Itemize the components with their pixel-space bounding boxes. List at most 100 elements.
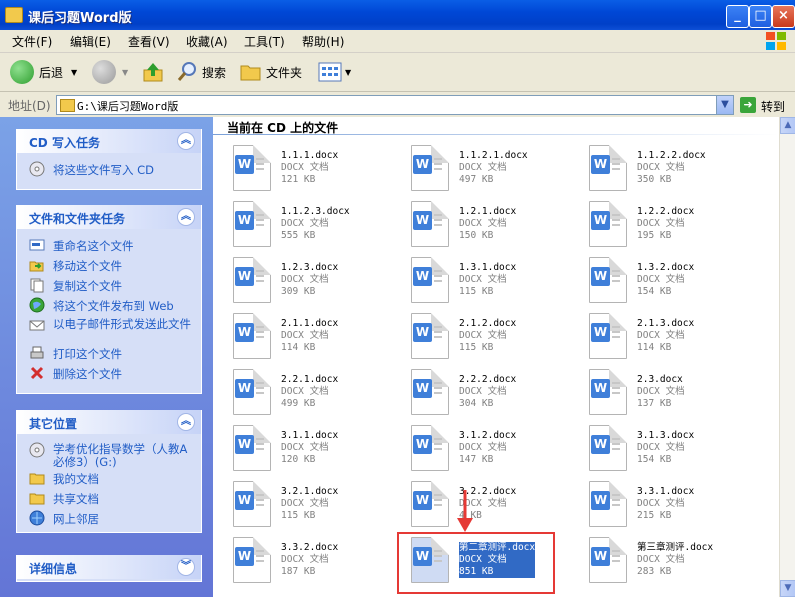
file-item[interactable]: W 2.3.docx DOCX 文档 137 KB bbox=[569, 363, 739, 415]
file-item[interactable]: W 1.1.2.1.docx DOCX 文档 497 KB bbox=[391, 139, 561, 191]
go-arrow-icon[interactable]: ➜ bbox=[740, 97, 756, 113]
file-size: 309 KB bbox=[281, 286, 316, 297]
move-file-link[interactable]: 移动这个文件 bbox=[17, 255, 201, 275]
file-item[interactable]: W 2.1.2.docx DOCX 文档 115 KB bbox=[391, 307, 561, 359]
file-item[interactable]: W 2.1.3.docx DOCX 文档 114 KB bbox=[569, 307, 739, 359]
file-item[interactable]: W 第三章测评.docx DOCX 文档 283 KB bbox=[569, 531, 739, 583]
collapse-icon[interactable]: ︽ bbox=[177, 132, 195, 150]
folders-button[interactable]: 文件夹 bbox=[240, 61, 302, 83]
delete-file-link[interactable]: 删除这个文件 bbox=[17, 363, 201, 383]
word-document-icon: W bbox=[411, 481, 449, 527]
cd-tasks-header[interactable]: CD 写入任务 ︽ bbox=[17, 129, 201, 153]
file-item[interactable]: W 1.2.2.docx DOCX 文档 195 KB bbox=[569, 195, 739, 247]
file-name: 2.2.2.docx bbox=[459, 374, 517, 385]
write-to-cd-link[interactable]: 将这些文件写入 CD bbox=[17, 159, 201, 179]
address-input[interactable]: G:\课后习题Word版 ▼ bbox=[56, 95, 734, 115]
scroll-down-button[interactable]: ▼ bbox=[780, 580, 795, 597]
file-name: 2.1.2.docx bbox=[459, 318, 517, 329]
window-title: 课后习题Word版 bbox=[28, 11, 132, 26]
file-item[interactable]: W 3.1.3.docx DOCX 文档 154 KB bbox=[569, 419, 739, 471]
file-item[interactable]: W 3.1.1.docx DOCX 文档 120 KB bbox=[213, 419, 383, 471]
email-file-link[interactable]: 以电子邮件形式发送此文件 bbox=[17, 315, 201, 343]
file-name: 1.3.2.docx bbox=[637, 262, 695, 273]
windows-logo-icon bbox=[766, 32, 786, 50]
details-header[interactable]: 详细信息 ︾ bbox=[17, 555, 201, 579]
drive-g-link[interactable]: 学考优化指导数学（人教A必修3）(G:) bbox=[17, 440, 201, 469]
file-type: DOCX 文档 bbox=[637, 218, 685, 229]
file-size: 115 KB bbox=[459, 342, 494, 353]
file-name: 3.1.2.docx bbox=[459, 430, 517, 441]
search-button[interactable]: 搜索 bbox=[176, 61, 226, 83]
menu-favorites[interactable]: 收藏(A) bbox=[186, 33, 228, 50]
address-label: 地址(D) bbox=[8, 99, 51, 113]
word-document-icon: W bbox=[411, 257, 449, 303]
file-size: 497 KB bbox=[459, 174, 494, 185]
my-documents-link[interactable]: 我的文档 bbox=[17, 468, 201, 488]
collapse-icon[interactable]: ︽ bbox=[177, 413, 195, 431]
file-name: 2.2.1.docx bbox=[281, 374, 339, 385]
file-item[interactable]: W 3.1.2.docx DOCX 文档 147 KB bbox=[391, 419, 561, 471]
file-type: DOCX 文档 bbox=[637, 498, 685, 509]
file-size: 114 KB bbox=[281, 342, 316, 353]
file-size: 555 KB bbox=[281, 230, 316, 241]
maximize-button[interactable]: □ bbox=[749, 5, 772, 28]
file-type: DOCX 文档 bbox=[281, 274, 329, 285]
word-document-icon: W bbox=[589, 145, 627, 191]
views-button[interactable]: ▼ bbox=[318, 61, 351, 83]
file-item[interactable]: W 1.2.3.docx DOCX 文档 309 KB bbox=[213, 251, 383, 303]
word-document-icon: W bbox=[589, 481, 627, 527]
file-list-view[interactable]: 当前在 CD 上的文件 W 1.1.1.docx DOCX 文档 121 KB W 1.1… bbox=[213, 117, 779, 597]
file-size: 304 KB bbox=[459, 398, 494, 409]
file-size: 137 KB bbox=[637, 398, 672, 409]
file-item[interactable]: W 2.2.1.docx DOCX 文档 499 KB bbox=[213, 363, 383, 415]
word-document-icon: W bbox=[589, 369, 627, 415]
file-item[interactable]: W 1.3.1.docx DOCX 文档 115 KB bbox=[391, 251, 561, 303]
file-size: 187 KB bbox=[281, 566, 316, 577]
details-panel: 详细信息 ︾ bbox=[16, 555, 202, 582]
title-bar[interactable]: 课后习题Word版 _ □ × bbox=[0, 0, 795, 30]
file-item[interactable]: W 3.2.1.docx DOCX 文档 115 KB bbox=[213, 475, 383, 527]
file-item[interactable]: W 2.2.2.docx DOCX 文档 304 KB bbox=[391, 363, 561, 415]
file-item[interactable]: W 1.1.2.2.docx DOCX 文档 350 KB bbox=[569, 139, 739, 191]
file-item[interactable]: W 2.1.1.docx DOCX 文档 114 KB bbox=[213, 307, 383, 359]
file-item[interactable]: W 3.3.2.docx DOCX 文档 187 KB bbox=[213, 531, 383, 583]
word-document-icon: W bbox=[233, 313, 271, 359]
rename-file-link[interactable]: 重命名这个文件 bbox=[17, 235, 201, 255]
collapse-icon[interactable]: ︽ bbox=[177, 208, 195, 226]
file-type: DOCX 文档 bbox=[281, 218, 329, 229]
file-item[interactable]: W 1.2.1.docx DOCX 文档 150 KB bbox=[391, 195, 561, 247]
print-file-link[interactable]: 打印这个文件 bbox=[17, 343, 201, 363]
file-tasks-header[interactable]: 文件和文件夹任务 ︽ bbox=[17, 205, 201, 229]
folder-icon bbox=[60, 99, 75, 112]
minimize-button[interactable]: _ bbox=[726, 5, 749, 28]
copy-file-link[interactable]: 复制这个文件 bbox=[17, 275, 201, 295]
file-item[interactable]: W 3.3.1.docx DOCX 文档 215 KB bbox=[569, 475, 739, 527]
publish-web-link[interactable]: 将这个文件发布到 Web bbox=[17, 295, 201, 315]
network-places-link[interactable]: 网上邻居 bbox=[17, 508, 201, 528]
file-type: DOCX 文档 bbox=[459, 386, 507, 397]
shared-documents-link[interactable]: 共享文档 bbox=[17, 488, 201, 508]
file-item[interactable]: W 1.1.1.docx DOCX 文档 121 KB bbox=[213, 139, 383, 191]
file-type: DOCX 文档 bbox=[637, 554, 685, 565]
file-size: 195 KB bbox=[637, 230, 672, 241]
close-button[interactable]: × bbox=[772, 5, 795, 28]
menu-edit[interactable]: 编辑(E) bbox=[70, 33, 111, 50]
back-button[interactable]: 后退 ▼ bbox=[10, 60, 77, 84]
forward-button[interactable]: ▼ bbox=[92, 60, 128, 84]
scroll-up-button[interactable]: ▲ bbox=[780, 117, 795, 134]
menu-help[interactable]: 帮助(H) bbox=[302, 33, 344, 50]
address-dropdown-button[interactable]: ▼ bbox=[716, 96, 733, 114]
expand-icon[interactable]: ︾ bbox=[177, 558, 195, 576]
menu-tools[interactable]: 工具(T) bbox=[244, 33, 285, 50]
file-item[interactable]: W 1.3.2.docx DOCX 文档 154 KB bbox=[569, 251, 739, 303]
cd-drive-icon bbox=[29, 442, 45, 458]
menu-file[interactable]: 文件(F) bbox=[12, 33, 52, 50]
up-button[interactable] bbox=[142, 61, 164, 83]
file-item[interactable]: W 3.2.2.docx DOCX 文档 4 KB bbox=[391, 475, 561, 527]
address-bar: 地址(D) G:\课后习题Word版 ▼ ➜ 转到 bbox=[0, 92, 795, 116]
go-button[interactable]: 转到 bbox=[761, 98, 785, 115]
file-item[interactable]: W 1.1.2.3.docx DOCX 文档 555 KB bbox=[213, 195, 383, 247]
vertical-scrollbar[interactable]: ▲ ▼ bbox=[779, 117, 795, 597]
other-places-header[interactable]: 其它位置 ︽ bbox=[17, 410, 201, 434]
menu-view[interactable]: 查看(V) bbox=[128, 33, 170, 50]
